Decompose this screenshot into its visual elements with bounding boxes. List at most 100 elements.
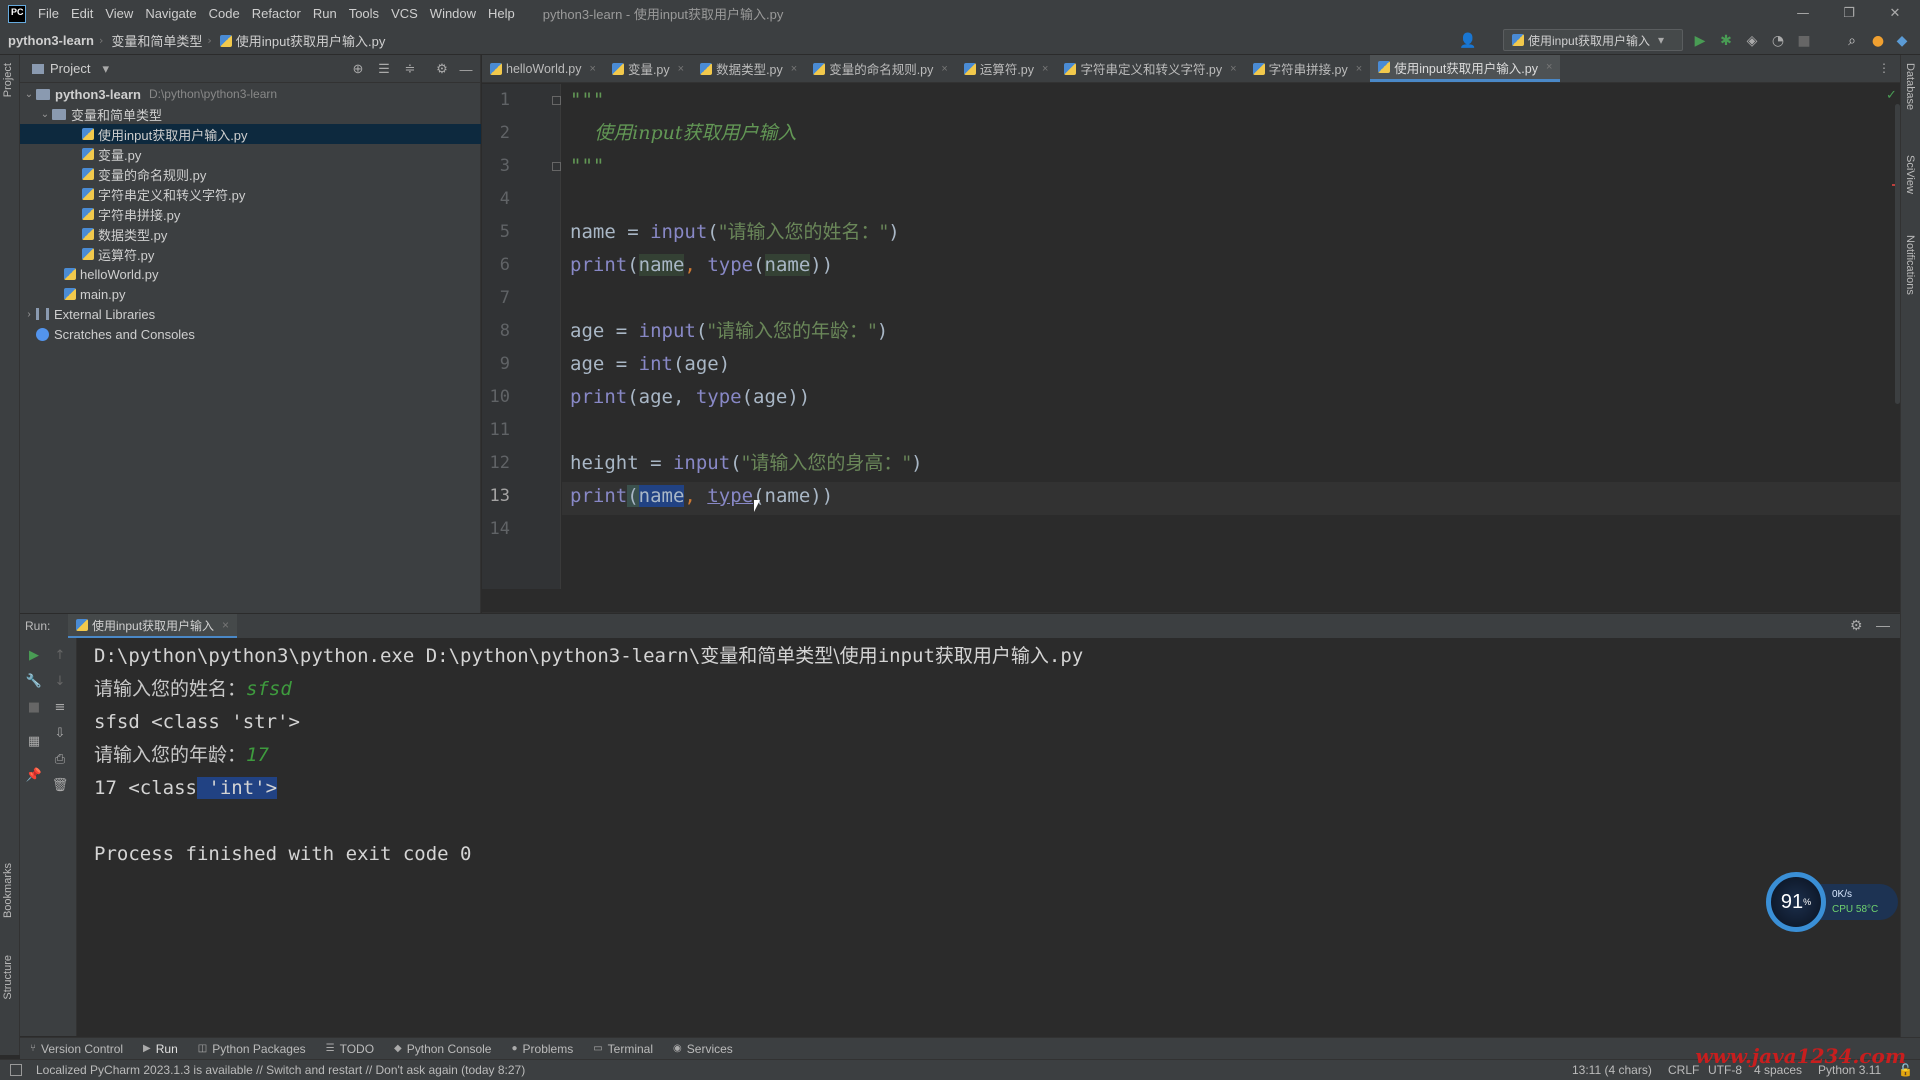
print-icon[interactable]: ⎙ — [51, 750, 69, 768]
menu-tools[interactable]: Tools — [343, 0, 385, 27]
tree-item-file-selected[interactable]: 使用input获取用户输入.py — [20, 124, 481, 144]
menu-file[interactable]: File — [32, 0, 65, 27]
rerun-icon[interactable]: ▶ — [25, 646, 43, 664]
menu-refactor[interactable]: Refactor — [246, 0, 307, 27]
profile-icon[interactable]: ◔ — [1768, 31, 1788, 51]
close-icon[interactable]: × — [678, 63, 684, 75]
fold-marker-icon[interactable] — [552, 162, 561, 171]
chevron-down-icon[interactable]: ⌄ — [22, 89, 36, 100]
run-tab[interactable]: 使用input获取用户输入 × — [68, 614, 238, 638]
database-tool-button[interactable]: Database — [1904, 63, 1916, 110]
status-toggle-icon[interactable] — [10, 1064, 22, 1076]
menu-help[interactable]: Help — [482, 0, 521, 27]
editor-vertical-scrollbar[interactable] — [1895, 104, 1900, 404]
tab-string-concat[interactable]: 字符串拼接.py × — [1245, 55, 1371, 82]
tree-item-folder[interactable]: ⌄ 变量和简单类型 — [20, 104, 481, 124]
tree-item-file[interactable]: main.py — [20, 284, 481, 304]
down-arrow-icon[interactable]: ↓ — [51, 672, 69, 690]
search-icon[interactable]: ⌕ — [1842, 31, 1862, 51]
tree-item-file[interactable]: 变量的命名规则.py — [20, 164, 481, 184]
menu-code[interactable]: Code — [203, 0, 246, 27]
tree-item-file[interactable]: 字符串拼接.py — [20, 204, 481, 224]
scroll-to-end-icon[interactable]: ⇩ — [51, 724, 69, 742]
stop-icon[interactable]: ■ — [25, 698, 43, 716]
tab-version-control[interactable]: ⑂ Version Control — [20, 1042, 133, 1056]
restore-button[interactable]: ❐ — [1826, 0, 1872, 27]
wrench-icon[interactable]: 🔧 — [25, 672, 43, 690]
close-window-button[interactable]: ✕ — [1872, 0, 1918, 27]
tree-item-project-root[interactable]: ⌄ python3-learn D:\python\python3-learn — [20, 84, 481, 104]
chevron-down-icon[interactable]: ▾ — [102, 61, 109, 77]
menu-edit[interactable]: Edit — [65, 0, 99, 27]
close-icon[interactable]: × — [590, 63, 596, 75]
tree-item-external-libraries[interactable]: › External Libraries — [20, 304, 481, 324]
tree-item-file[interactable]: 字符串定义和转义字符.py — [20, 184, 481, 204]
close-icon[interactable]: × — [1356, 63, 1362, 75]
tree-item-file[interactable]: helloWorld.py — [20, 264, 481, 284]
run-configuration-dropdown[interactable]: 使用input获取用户输入 ▾ — [1503, 29, 1683, 51]
close-icon[interactable]: × — [941, 63, 947, 75]
close-icon[interactable]: × — [1042, 63, 1048, 75]
gear-icon[interactable]: ⚙ — [1850, 617, 1863, 634]
jetbrains-icon[interactable]: ◆ — [1892, 31, 1912, 51]
run-icon[interactable]: ▶ — [1690, 31, 1710, 51]
close-icon[interactable]: × — [791, 63, 797, 75]
chevron-right-icon[interactable]: › — [22, 309, 36, 320]
tab-python-packages[interactable]: ◫ Python Packages — [188, 1042, 316, 1056]
minimize-button[interactable]: — — [1780, 0, 1826, 27]
trash-icon[interactable]: 🗑 — [51, 776, 69, 794]
structure-tool-button[interactable]: Structure — [2, 955, 14, 1000]
tab-naming-rules[interactable]: 变量的命名规则.py × — [805, 55, 956, 82]
editor-horizontal-scrollbar[interactable] — [482, 589, 1900, 613]
gear-icon[interactable]: ⚙ — [434, 61, 450, 77]
bookmarks-tool-button[interactable]: Bookmarks — [2, 863, 14, 918]
sciview-tool-button[interactable]: SciView — [1904, 155, 1916, 194]
tree-item-scratches[interactable]: Scratches and Consoles — [20, 324, 481, 344]
menu-window[interactable]: Window — [424, 0, 482, 27]
soft-wrap-icon[interactable]: ≡ — [51, 698, 69, 716]
code-editor[interactable]: """ 使用input获取用户输入 """ name = input("请输入您… — [562, 84, 1900, 590]
tab-data-types[interactable]: 数据类型.py × — [692, 55, 805, 82]
tab-services[interactable]: ◉ Services — [663, 1042, 743, 1056]
locate-file-icon[interactable]: ⊕ — [350, 61, 366, 77]
expand-all-icon[interactable]: ☰ — [376, 61, 392, 77]
collapse-all-icon[interactable]: ≑ — [402, 61, 418, 77]
tab-operators[interactable]: 运算符.py × — [956, 55, 1057, 82]
inspection-ok-icon[interactable]: ✓ — [1886, 88, 1897, 103]
menu-view[interactable]: View — [99, 0, 139, 27]
breadcrumb-folder[interactable]: 变量和简单类型 — [103, 31, 207, 50]
tree-item-file[interactable]: 运算符.py — [20, 244, 481, 264]
update-notification[interactable]: Localized PyCharm 2023.1.3 is available … — [36, 1063, 525, 1077]
up-arrow-icon[interactable]: ↑ — [51, 646, 69, 664]
pin-icon[interactable]: 📌 — [25, 766, 43, 784]
tree-item-file[interactable]: 变量.py — [20, 144, 481, 164]
tab-input-active[interactable]: 使用input获取用户输入.py × — [1370, 55, 1561, 82]
tab-problems[interactable]: ● Problems — [501, 1042, 583, 1056]
debug-icon[interactable]: ✱ — [1716, 31, 1736, 51]
tab-string-escape[interactable]: 字符串定义和转义字符.py × — [1056, 55, 1244, 82]
fold-marker-icon[interactable] — [552, 96, 561, 105]
menu-vcs[interactable]: VCS — [385, 0, 424, 27]
breadcrumb-project[interactable]: python3-learn — [0, 33, 99, 48]
coverage-icon[interactable]: ◈ — [1742, 31, 1762, 51]
more-tabs-icon[interactable]: ⋮ — [1868, 55, 1900, 82]
tab-run[interactable]: ▶ Run — [133, 1042, 188, 1056]
project-tool-button[interactable]: Project — [2, 63, 14, 97]
notifications-tool-button[interactable]: Notifications — [1904, 235, 1916, 295]
chevron-down-icon[interactable]: ⌄ — [38, 109, 52, 120]
tab-helloworld[interactable]: helloWorld.py × — [482, 55, 604, 82]
stop-icon[interactable]: ■ — [1794, 31, 1814, 51]
caret-position[interactable]: 13:11 (4 chars) — [1572, 1063, 1652, 1077]
close-icon[interactable]: × — [1230, 63, 1236, 75]
run-console[interactable]: D:\python\python3\python.exe D:\python\p… — [78, 638, 1900, 1036]
tab-python-console[interactable]: ◆ Python Console — [384, 1042, 501, 1056]
menu-navigate[interactable]: Navigate — [139, 0, 202, 27]
tab-todo[interactable]: ☰ TODO — [316, 1042, 384, 1056]
tab-variables[interactable]: 变量.py × — [604, 55, 692, 82]
update-icon[interactable]: ● — [1868, 31, 1888, 51]
tab-terminal[interactable]: ▭ Terminal — [583, 1042, 663, 1056]
hide-panel-icon[interactable]: — — [1876, 617, 1890, 633]
hide-panel-icon[interactable]: — — [458, 61, 474, 77]
menu-run[interactable]: Run — [307, 0, 343, 27]
project-panel-title[interactable]: Project — [50, 61, 90, 76]
